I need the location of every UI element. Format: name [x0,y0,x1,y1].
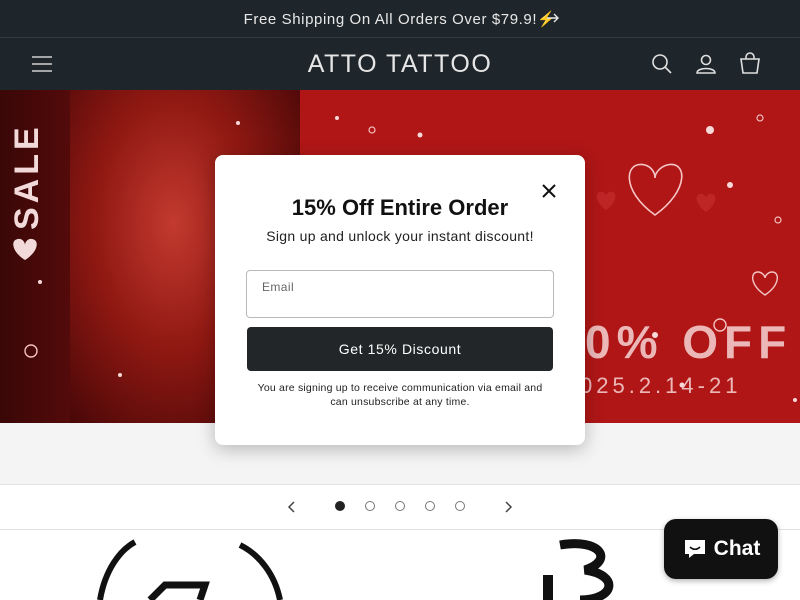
email-field[interactable]: Email [246,270,554,318]
site-header: ATTO TATTOO [0,38,800,90]
slide-dot[interactable] [335,501,345,511]
search-icon[interactable] [650,52,674,76]
site-logo[interactable]: ATTO TATTOO [0,50,800,79]
arrow-right-icon[interactable] [545,10,561,26]
discount-popup: 15% Off Entire Order Sign up and unlock … [215,155,585,445]
chevron-right-icon[interactable] [503,499,515,515]
popup-title: 15% Off Entire Order [291,195,509,220]
announcement-text[interactable]: Free Shipping On All Orders Over $79.9!⚡ [244,10,557,28]
email-input[interactable] [261,295,541,315]
hero-date-text: 025.2.14-21 [580,373,742,398]
slide-dot[interactable] [395,501,405,511]
hero-sale-text: SALE [8,123,46,230]
slide-dot[interactable] [365,501,375,511]
email-label: Email [262,280,295,294]
popup-subtitle: Sign up and unlock your instant discount… [266,228,534,244]
chat-bubble-icon [684,540,705,558]
chevron-left-icon[interactable] [285,499,297,515]
popup-fine-print: You are signing up to receive communicat… [257,382,543,408]
chat-button[interactable]: Chat [664,519,778,579]
announcement-bar: Free Shipping On All Orders Over $79.9!⚡ [0,0,800,38]
get-discount-button[interactable]: Get 15% Discount [247,327,553,371]
slide-dot[interactable] [455,501,465,511]
cart-icon[interactable] [738,52,762,76]
slide-dot[interactable] [425,501,435,511]
hero-offer-text: 0% OFF [585,316,793,368]
chat-label: Chat [713,537,761,560]
user-icon[interactable] [694,52,718,76]
